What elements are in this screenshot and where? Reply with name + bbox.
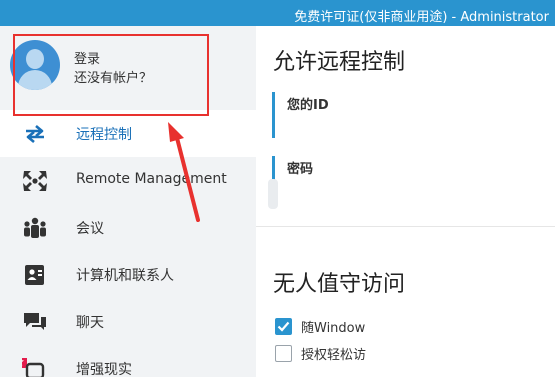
sidebar-item-label: 聊天 bbox=[76, 315, 104, 331]
section-divider bbox=[256, 226, 555, 227]
start-with-windows-checkbox[interactable] bbox=[275, 317, 292, 335]
sidebar-item-label: 会议 bbox=[76, 221, 104, 237]
window-title: 免费许可证(仅非商业用途) - Administrator bbox=[294, 10, 549, 25]
augmented-reality-icon bbox=[22, 358, 45, 377]
annotation-highlight-box bbox=[13, 34, 209, 116]
start-with-windows-label: 随Window bbox=[301, 320, 366, 336]
grant-easy-access-label: 授权轻松访 bbox=[301, 347, 367, 363]
id-field-accent bbox=[272, 92, 275, 138]
sidebar-item-augmented-reality[interactable]: 增强现实 bbox=[0, 345, 256, 377]
sidebar-item-label: 计算机和联系人 bbox=[76, 268, 174, 284]
sidebar-item-label: 增强现实 bbox=[76, 362, 132, 377]
your-id-label: 您的ID bbox=[287, 98, 329, 113]
password-field-placeholder bbox=[268, 179, 278, 209]
contacts-card-icon bbox=[25, 265, 44, 285]
unattended-access-title: 无人值守访问 bbox=[273, 272, 406, 297]
main-panel: 允许远程控制 您的ID 密码 无人值守访问 随Window 授权轻松访 bbox=[256, 26, 555, 377]
meeting-people-icon bbox=[24, 217, 46, 238]
remote-management-icon bbox=[23, 171, 47, 191]
title-bar: 免费许可证(仅非商业用途) - Administrator bbox=[0, 0, 555, 26]
sidebar-nav: 远程控制 Remote Management 会议 计算机和联系人 聊天 增强现… bbox=[0, 110, 256, 377]
grant-easy-access-option[interactable]: 授权轻松访 bbox=[275, 344, 367, 363]
sidebar-item-meeting[interactable]: 会议 bbox=[0, 204, 256, 251]
sidebar-item-chat[interactable]: 聊天 bbox=[0, 298, 256, 345]
sidebar-item-remote-management[interactable]: Remote Management bbox=[0, 157, 256, 204]
sidebar-item-computers-contacts[interactable]: 计算机和联系人 bbox=[0, 251, 256, 298]
remote-control-title: 允许远程控制 bbox=[273, 50, 406, 75]
sidebar-item-label: Remote Management bbox=[76, 171, 227, 187]
start-with-windows-option[interactable]: 随Window bbox=[275, 317, 366, 336]
sidebar-item-remote-control[interactable]: 远程控制 bbox=[0, 110, 256, 157]
grant-easy-access-checkbox[interactable] bbox=[275, 344, 292, 362]
chat-icon bbox=[24, 313, 46, 330]
checkmark-icon bbox=[277, 321, 290, 332]
password-label: 密码 bbox=[287, 162, 314, 177]
arrows-swap-icon bbox=[26, 125, 44, 143]
sidebar-item-label: 远程控制 bbox=[76, 127, 132, 143]
